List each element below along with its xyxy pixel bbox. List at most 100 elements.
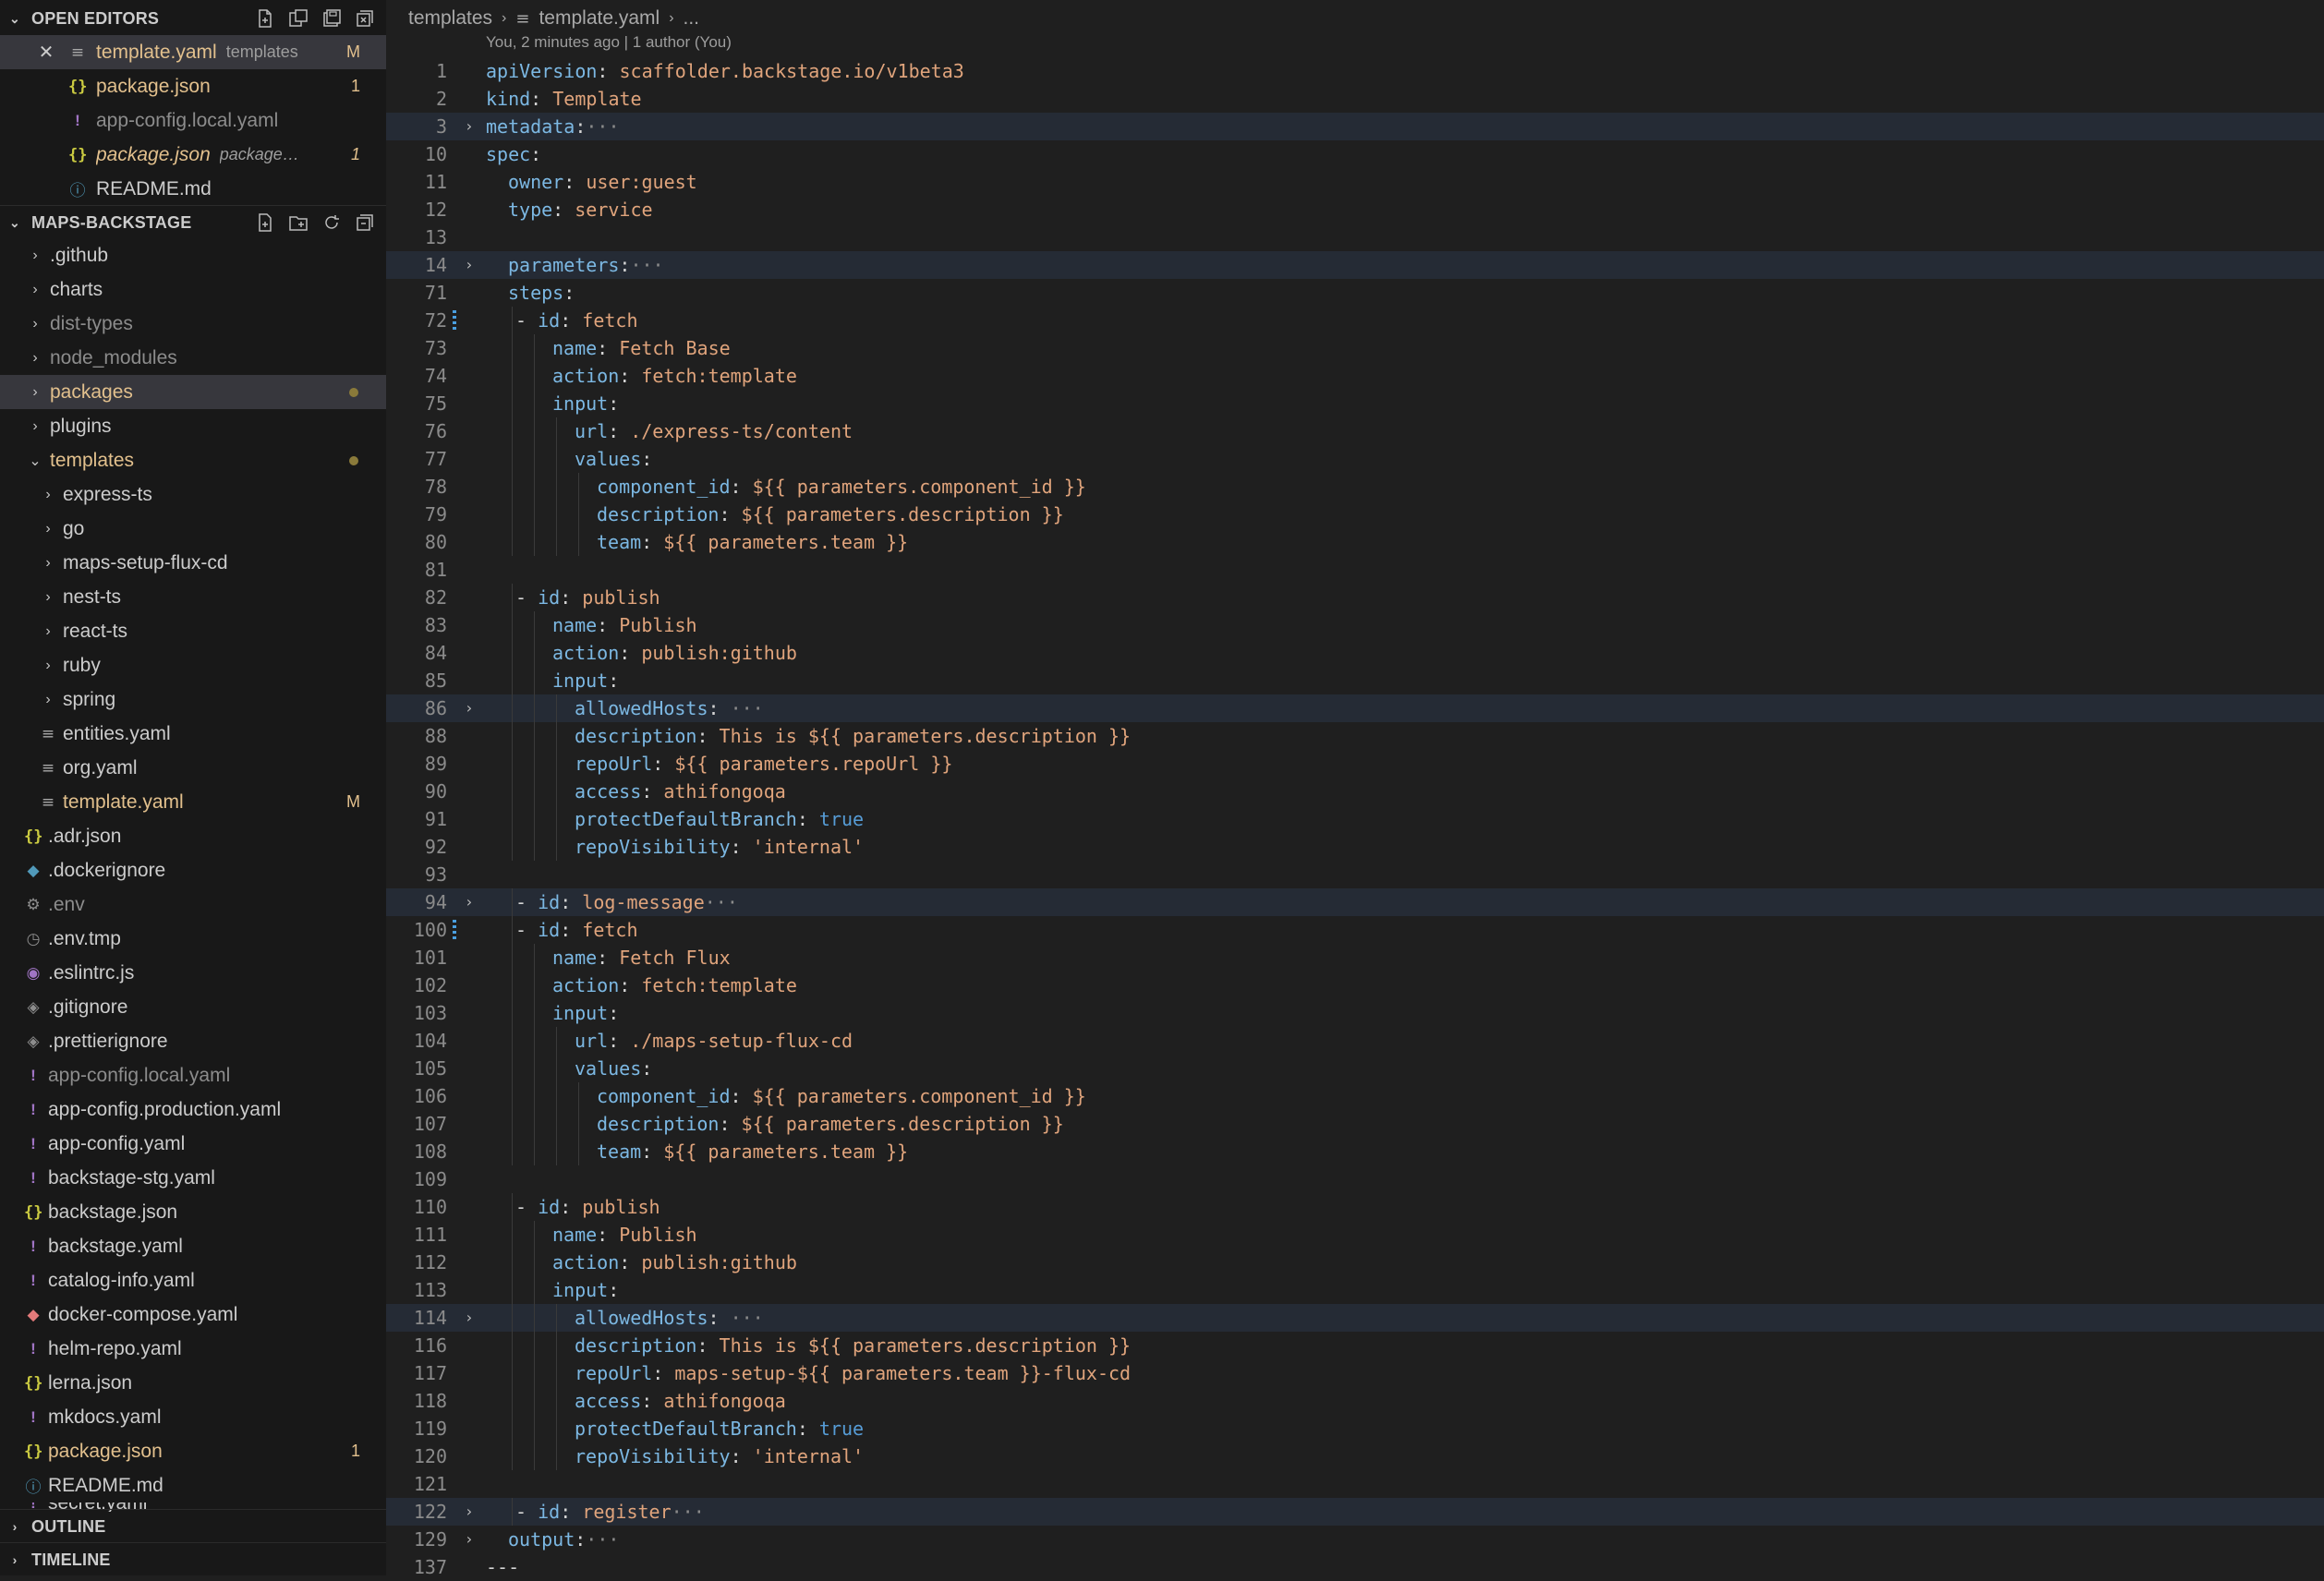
git-blame-codelens[interactable]: You, 2 minutes ago | 1 author (You) <box>486 33 732 52</box>
code-line[interactable]: 76 url: ./express-ts/content <box>386 417 2324 445</box>
tree-item-folder[interactable]: › nest-ts <box>0 580 386 614</box>
timeline-header[interactable]: › TIMELINE <box>0 1543 386 1575</box>
code-line[interactable]: 10 spec: <box>386 140 2324 168</box>
code-line[interactable]: 114 › allowedHosts: ··· <box>386 1304 2324 1332</box>
open-editors-header[interactable]: ⌄ OPEN EDITORS <box>0 2 386 35</box>
code-line[interactable]: 78 component_id: ${{ parameters.component… <box>386 473 2324 501</box>
code-line[interactable]: 102 action: fetch:template <box>386 972 2324 999</box>
tree-item-file[interactable]: ◈ .gitignore <box>0 990 386 1024</box>
tree-item-file[interactable]: ◈ .prettierignore <box>0 1024 386 1058</box>
chevron-right-icon[interactable]: › <box>460 251 478 279</box>
tree-item-file[interactable]: ◷ .env.tmp <box>0 922 386 956</box>
tree-item-folder[interactable]: › react-ts <box>0 614 386 648</box>
toggle-vertical-layout-icon[interactable] <box>288 8 309 29</box>
code-line[interactable]: 85 input: <box>386 667 2324 694</box>
code-line[interactable]: 120 repoVisibility: 'internal' <box>386 1442 2324 1470</box>
tree-item-file[interactable]: ! catalog-info.yaml <box>0 1263 386 1297</box>
code-line[interactable]: 104 url: ./maps-setup-flux-cd <box>386 1027 2324 1055</box>
refresh-icon[interactable] <box>321 212 342 233</box>
chevron-right-icon[interactable]: › <box>460 1526 478 1553</box>
tree-item-folder[interactable]: › dist-types <box>0 307 386 341</box>
code-line[interactable]: 84 action: publish:github <box>386 639 2324 667</box>
code-line[interactable]: 118 access: athifongoqa <box>386 1387 2324 1415</box>
tree-item-file[interactable]: ⚙ .env <box>0 887 386 922</box>
code-line[interactable]: 101 name: Fetch Flux <box>386 944 2324 972</box>
code-line[interactable]: 80 team: ${{ parameters.team }} <box>386 528 2324 556</box>
tree-item-folder[interactable]: ⌄ templates <box>0 443 386 477</box>
tree-item-folder[interactable]: › packages <box>0 375 386 409</box>
code-line[interactable]: 1 apiVersion: scaffolder.backstage.io/v1b… <box>386 57 2324 85</box>
new-file-icon[interactable] <box>255 212 275 233</box>
close-icon[interactable]: ✕ <box>37 41 55 64</box>
code-line[interactable]: 112 action: publish:github <box>386 1249 2324 1276</box>
code-line[interactable]: 122 › - id: register··· <box>386 1498 2324 1526</box>
code-line[interactable]: 109 <box>386 1165 2324 1193</box>
tree-item-file[interactable]: {} lerna.json <box>0 1366 386 1400</box>
code-line[interactable]: 81 <box>386 556 2324 584</box>
tree-item-folder[interactable]: › express-ts <box>0 477 386 512</box>
code-line[interactable]: 91 protectDefaultBranch: true <box>386 805 2324 833</box>
code-lines[interactable]: 1 apiVersion: scaffolder.backstage.io/v1b… <box>386 57 2324 1581</box>
save-all-icon[interactable] <box>321 8 342 29</box>
code-line[interactable]: 113 input: <box>386 1276 2324 1304</box>
tree-item-file[interactable]: ◆ docker-compose.yaml <box>0 1297 386 1332</box>
code-line[interactable]: 106 component_id: ${{ parameters.componen… <box>386 1082 2324 1110</box>
code-line[interactable]: 12 type: service <box>386 196 2324 223</box>
new-folder-icon[interactable] <box>288 212 309 233</box>
code-line[interactable]: 86 › allowedHosts: ··· <box>386 694 2324 722</box>
code-line[interactable]: 121 <box>386 1470 2324 1498</box>
collapse-all-icon[interactable] <box>355 212 375 233</box>
open-editor-item[interactable]: {} package.json 1 <box>0 69 386 103</box>
chevron-right-icon[interactable]: › <box>460 888 478 916</box>
breadcrumb-symbol[interactable]: ... <box>684 7 700 30</box>
code-line[interactable]: 90 access: athifongoqa <box>386 778 2324 805</box>
tree-item-file[interactable]: ! app-config.production.yaml <box>0 1092 386 1127</box>
code-line[interactable]: 14 › parameters:··· <box>386 251 2324 279</box>
tree-item-folder[interactable]: › charts <box>0 272 386 307</box>
code-line[interactable]: 92 repoVisibility: 'internal' <box>386 833 2324 861</box>
tree-item-file[interactable]: ! helm-repo.yaml <box>0 1332 386 1366</box>
code-line[interactable]: 100 - id: fetch <box>386 916 2324 944</box>
code-line[interactable]: 77 values: <box>386 445 2324 473</box>
code-line[interactable]: 11 owner: user:guest <box>386 168 2324 196</box>
code-line[interactable]: 2 kind: Template <box>386 85 2324 113</box>
tree-item-file[interactable]: ⓘ README.md <box>0 1468 386 1503</box>
tree-item-file[interactable]: ◆ .dockerignore <box>0 853 386 887</box>
tree-item-folder[interactable]: › plugins <box>0 409 386 443</box>
code-line[interactable]: 3 › metadata:··· <box>386 113 2324 140</box>
workspace-header[interactable]: ⌄ MAPS-BACKSTAGE <box>0 206 386 239</box>
tree-item-file[interactable]: {} backstage.json <box>0 1195 386 1229</box>
close-all-editors-icon[interactable] <box>355 8 375 29</box>
open-editor-item[interactable]: ! app-config.local.yaml <box>0 103 386 138</box>
code-line[interactable]: 103 input: <box>386 999 2324 1027</box>
code-line[interactable]: 116 description: This is ${{ parameters.d… <box>386 1332 2324 1359</box>
code-line[interactable]: 73 name: Fetch Base <box>386 334 2324 362</box>
code-line[interactable]: 117 repoUrl: maps-setup-${{ parameters.te… <box>386 1359 2324 1387</box>
tree-item-file[interactable]: ≡ entities.yaml <box>0 717 386 751</box>
code-line[interactable]: 79 description: ${{ parameters.descriptio… <box>386 501 2324 528</box>
code-line[interactable]: 105 values: <box>386 1055 2324 1082</box>
code-line[interactable]: 75 input: <box>386 390 2324 417</box>
tree-item-folder[interactable]: › go <box>0 512 386 546</box>
breadcrumb-file[interactable]: template.yaml <box>539 7 660 30</box>
code-line[interactable]: 71 steps: <box>386 279 2324 307</box>
outline-header[interactable]: › OUTLINE <box>0 1510 386 1543</box>
tree-item-file[interactable]: ! backstage-stg.yaml <box>0 1161 386 1195</box>
code-line[interactable]: 110 - id: publish <box>386 1193 2324 1221</box>
code-line[interactable]: 83 name: Publish <box>386 611 2324 639</box>
code-line[interactable]: 137 --- <box>386 1553 2324 1581</box>
tree-item-folder[interactable]: › maps-setup-flux-cd <box>0 546 386 580</box>
open-editor-item[interactable]: ✕ ≡ template.yaml templates M <box>0 35 386 69</box>
code-line[interactable]: 74 action: fetch:template <box>386 362 2324 390</box>
open-editor-item[interactable]: {} package.json packages/... 1 <box>0 138 386 172</box>
code-line[interactable]: 93 <box>386 861 2324 888</box>
tree-item-file[interactable]: ! backstage.yaml <box>0 1229 386 1263</box>
code-line[interactable]: 119 protectDefaultBranch: true <box>386 1415 2324 1442</box>
code-line[interactable]: 129 › output:··· <box>386 1526 2324 1553</box>
code-line[interactable]: 94 › - id: log-message··· <box>386 888 2324 916</box>
tree-item-file[interactable]: ≡ org.yaml <box>0 751 386 785</box>
open-editor-item[interactable]: ⓘ README.md <box>0 172 386 206</box>
chevron-right-icon[interactable]: › <box>460 694 478 722</box>
tree-item-file[interactable]: ! mkdocs.yaml <box>0 1400 386 1434</box>
tree-item-file[interactable]: ◉ .eslintrc.js <box>0 956 386 990</box>
